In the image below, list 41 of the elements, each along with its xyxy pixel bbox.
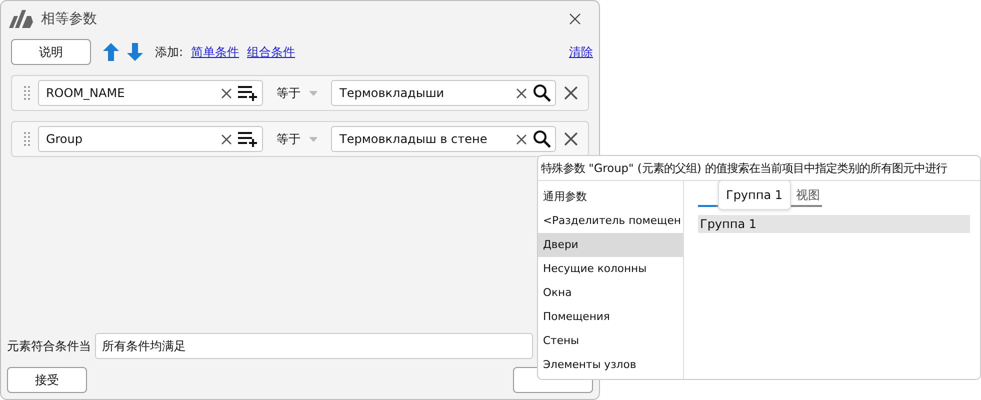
close-icon[interactable] [569, 13, 581, 25]
clear-icon[interactable] [516, 88, 528, 98]
category-item[interactable]: Несущие колонны [538, 257, 683, 281]
help-button[interactable]: 说明 [11, 39, 91, 65]
category-item[interactable]: Элементы узлов [538, 353, 683, 377]
clear-icon[interactable] [220, 88, 232, 98]
add-condition-link[interactable]: 组合条件 [247, 44, 296, 60]
drag-handle-icon[interactable] [24, 85, 30, 101]
clear-icon[interactable] [220, 134, 232, 144]
delete-icon[interactable] [564, 86, 578, 100]
accept-button[interactable]: 接受 [7, 367, 87, 393]
value-item[interactable]: Группа 1 [698, 215, 970, 233]
operator-dropdown[interactable]: 等于 [276, 130, 301, 148]
category-item[interactable]: Стены [538, 329, 683, 353]
clear-icon[interactable] [516, 134, 528, 144]
category-item[interactable]: 通用参数 [538, 185, 683, 209]
clear-link[interactable]: 清除 [569, 44, 593, 60]
category-item[interactable]: Двери [538, 233, 683, 257]
window-title: 相等参数 [41, 10, 98, 28]
add-condition-link[interactable]: 简单条件 [191, 44, 240, 60]
tooltip: Группа 1 [718, 180, 791, 210]
logo-icon [9, 10, 33, 28]
operator-dropdown[interactable]: 等于 [276, 84, 301, 102]
add-label: 添加: [155, 44, 184, 60]
category-item[interactable]: Помещения [538, 305, 683, 329]
category-item[interactable]: <Разделитель помещен [538, 209, 683, 233]
delete-icon[interactable] [564, 132, 578, 146]
parameter-field[interactable]: ROOM_NAME [38, 80, 263, 106]
match-label: 元素符合条件当 [7, 338, 91, 354]
list-add-icon[interactable] [238, 85, 258, 101]
match-dropdown[interactable]: 所有条件均满足 [95, 333, 533, 359]
value-field[interactable]: Термовкладыши [331, 80, 556, 106]
arrow-up-icon[interactable] [103, 43, 119, 61]
search-icon[interactable] [533, 84, 552, 102]
value-field[interactable]: Термовкладыш в стене [331, 126, 556, 152]
list-add-icon[interactable] [238, 131, 258, 147]
parameter-field[interactable]: Group [38, 126, 263, 152]
search-icon[interactable] [533, 130, 552, 148]
category-item[interactable]: Окна [538, 281, 683, 305]
drag-handle-icon[interactable] [24, 131, 30, 147]
arrow-down-icon[interactable] [127, 43, 143, 61]
